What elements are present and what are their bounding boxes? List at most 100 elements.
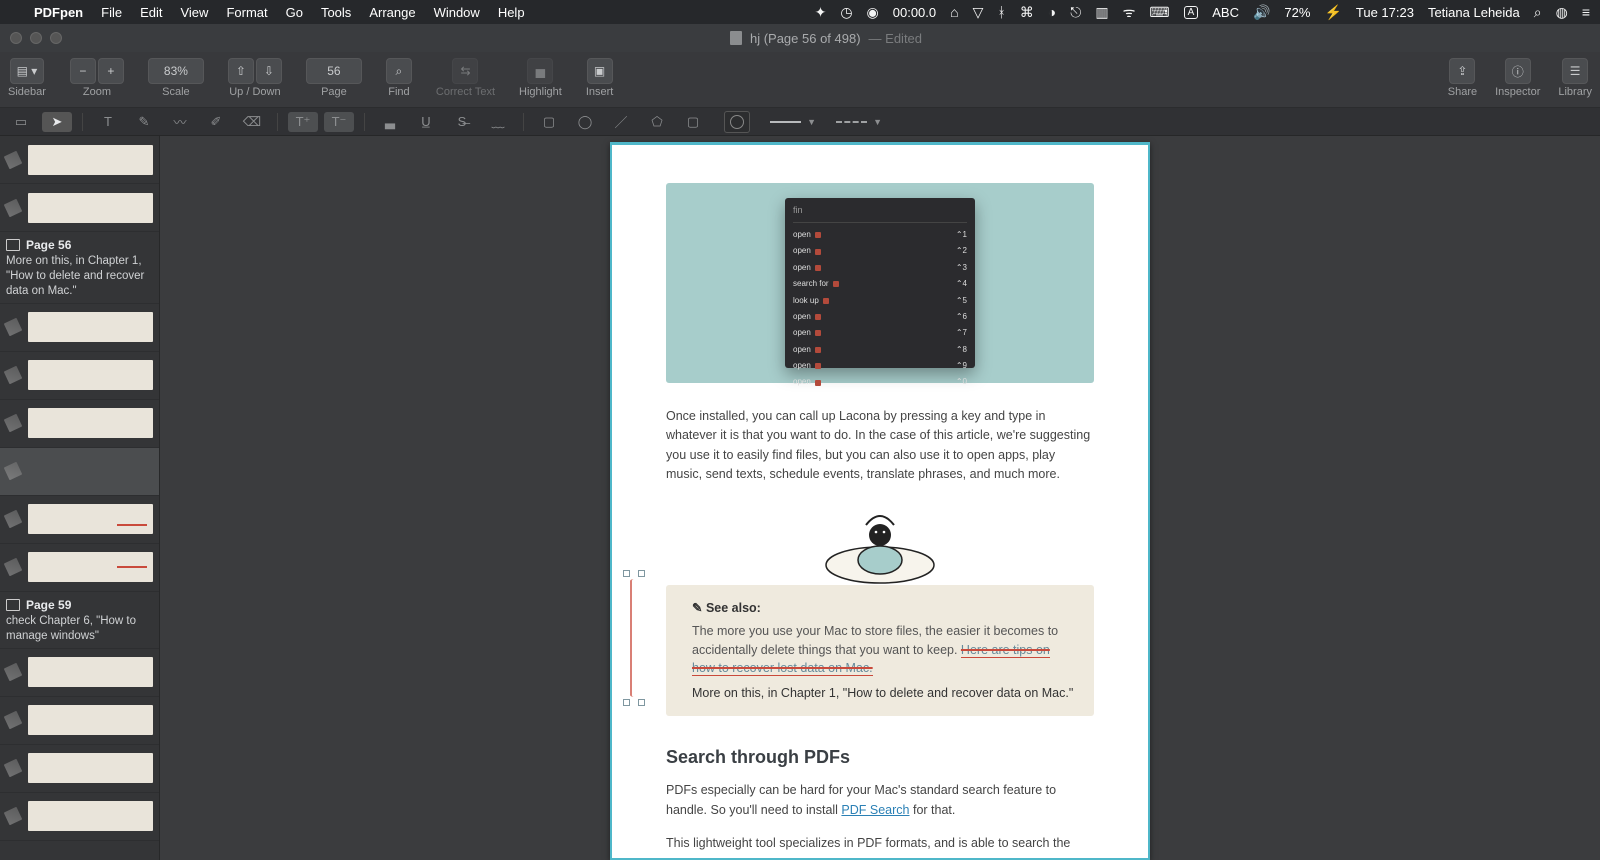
zoom-in-button[interactable]: + xyxy=(98,58,124,84)
tool-text-remove[interactable]: T⁻ xyxy=(324,112,354,132)
toolbar-label-highlight: Highlight xyxy=(519,86,562,98)
inspector-button[interactable]: ⓘ xyxy=(1505,58,1531,84)
keyboard-icon[interactable]: ⌨ xyxy=(1149,4,1169,21)
thumbnail-selected[interactable] xyxy=(0,448,159,496)
tool-rounded[interactable]: ▢ xyxy=(678,112,708,132)
correct-text-button[interactable]: ⇆ xyxy=(452,58,478,84)
thumbnail[interactable] xyxy=(0,136,159,184)
tray-app-icon[interactable]: ▽ xyxy=(973,4,984,21)
tool-squiggle[interactable]: ﹏ xyxy=(483,112,513,132)
document-edited-indicator: — Edited xyxy=(869,31,922,46)
page-number-field[interactable]: 56 xyxy=(306,58,362,84)
menu-tools[interactable]: Tools xyxy=(321,5,351,20)
spotlight-icon[interactable]: ⌕ xyxy=(1534,4,1542,21)
bluetooth-icon[interactable]: ᚼ xyxy=(997,4,1005,20)
clock-menu-icon[interactable]: ◷ xyxy=(840,4,852,21)
tool-note[interactable]: ✎ xyxy=(129,112,159,132)
menu-window[interactable]: Window xyxy=(434,5,480,20)
library-button[interactable]: ☰ xyxy=(1562,58,1588,84)
circle-app-icon[interactable]: ◑ xyxy=(1048,4,1056,20)
thumbnail[interactable] xyxy=(0,649,159,697)
tool-rect[interactable]: ▢ xyxy=(534,112,564,132)
wifi-icon[interactable]: ᯤ xyxy=(1123,3,1136,22)
annotation-toolbar: ▭ ➤ T ✎ 〰 ✐ ⌫ T⁺ T⁻ ▃ U̲ S̶ ﹏ ▢ ◯ ／ ⬠ ▢ … xyxy=(0,108,1600,136)
volume-icon[interactable]: 🔊 xyxy=(1253,4,1270,21)
inline-link[interactable]: PDF Search xyxy=(841,803,909,817)
inserted-annotation-text[interactable]: More on this, in Chapter 1, "How to dele… xyxy=(692,684,1076,703)
menu-go[interactable]: Go xyxy=(286,5,303,20)
tool-poly[interactable]: ⬠ xyxy=(642,112,672,132)
window-close-button[interactable] xyxy=(10,32,22,44)
line-style-solid[interactable]: ▼ xyxy=(770,112,816,132)
menu-format[interactable]: Format xyxy=(226,5,267,20)
thumbnail[interactable] xyxy=(0,745,159,793)
app-menu[interactable]: PDFpen xyxy=(34,5,83,20)
menu-view[interactable]: View xyxy=(180,5,208,20)
battery-icon[interactable]: ⚡ xyxy=(1324,4,1341,21)
thumbnail[interactable] xyxy=(0,496,159,544)
line-style-dashed[interactable]: ▼ xyxy=(836,112,882,132)
highlight-button[interactable]: ▅ xyxy=(527,58,553,84)
tool-underline[interactable]: U̲ xyxy=(411,112,441,132)
menu-arrange[interactable]: Arrange xyxy=(369,5,415,20)
insert-button[interactable]: ▣ xyxy=(587,58,613,84)
tool-line[interactable]: ／ xyxy=(606,112,636,132)
tool-freehand[interactable]: ✐ xyxy=(201,112,231,132)
tool-strike[interactable]: S̶ xyxy=(447,112,477,132)
thumbnail[interactable] xyxy=(0,793,159,841)
menubar-username[interactable]: Tetiana Leheida xyxy=(1428,5,1520,20)
dropbox-icon[interactable]: ⌂ xyxy=(950,4,958,20)
tool-arrow[interactable]: ➤ xyxy=(42,112,72,132)
zoom-out-button[interactable]: − xyxy=(70,58,96,84)
thumbnail[interactable] xyxy=(0,400,159,448)
siri-icon[interactable]: ◍ xyxy=(1556,4,1568,21)
menubar-clock[interactable]: Tue 17:23 xyxy=(1356,5,1414,20)
thumbnail[interactable] xyxy=(0,184,159,232)
window-minimize-button[interactable] xyxy=(30,32,42,44)
timer-readout: 00:00.0 xyxy=(893,5,936,20)
tool-highlight[interactable]: ▃ xyxy=(375,112,405,132)
toolbar-label-updown: Up / Down xyxy=(229,86,280,98)
find-button[interactable]: ⌕ xyxy=(386,58,412,84)
screenshot-icon[interactable]: ⌘ xyxy=(1020,4,1034,21)
scale-field[interactable]: 83% xyxy=(148,58,204,84)
tool-erase[interactable]: ⌫ xyxy=(237,112,267,132)
sidebar-toggle-button[interactable]: ▤ ▾ xyxy=(10,58,45,84)
outline-item[interactable]: Page 56 More on this, in Chapter 1, "How… xyxy=(0,232,159,304)
stroke-color-well[interactable] xyxy=(724,111,750,133)
sidebar-thumbnails[interactable]: Page 56 More on this, in Chapter 1, "How… xyxy=(0,136,160,860)
quickaction-icon[interactable]: ✦ xyxy=(815,4,827,21)
tool-text-correct[interactable]: T⁺ xyxy=(288,112,318,132)
note-heading: ✎ See also: xyxy=(692,599,1076,618)
display-icon[interactable]: ▥ xyxy=(1095,4,1108,21)
lacona-result-row: open⌃9 xyxy=(793,358,967,374)
record-icon[interactable]: ◉ xyxy=(867,4,879,21)
menu-help[interactable]: Help xyxy=(498,5,525,20)
menu-edit[interactable]: Edit xyxy=(140,5,162,20)
menu-file[interactable]: File xyxy=(101,5,122,20)
window-zoom-button[interactable] xyxy=(50,32,62,44)
page-down-button[interactable]: ⇩ xyxy=(256,58,282,84)
see-also-note: ✎ See also: The more you use your Mac to… xyxy=(666,585,1094,716)
text-annotation-icon xyxy=(6,239,20,251)
share-button[interactable]: ⇪ xyxy=(1449,58,1475,84)
tool-ellipse[interactable]: ◯ xyxy=(570,112,600,132)
outline-item[interactable]: Page 59 check Chapter 6, "How to manage … xyxy=(0,592,159,649)
thumbnail[interactable] xyxy=(0,697,159,745)
page-up-button[interactable]: ⇧ xyxy=(228,58,254,84)
airdrop-icon[interactable]: ⎋ xyxy=(1070,4,1081,21)
toolbar-group-library: ☰ Library xyxy=(1558,58,1592,98)
page-canvas[interactable]: fin open⌃1open⌃2open⌃3search for⌃4look u… xyxy=(160,136,1600,860)
input-source-badge[interactable]: A xyxy=(1184,6,1199,19)
tool-scribble[interactable]: 〰 xyxy=(165,112,195,132)
pdf-page[interactable]: fin open⌃1open⌃2open⌃3search for⌃4look u… xyxy=(610,142,1150,860)
toolbar-group-scale: 83% Scale xyxy=(148,58,204,98)
thumbnail[interactable] xyxy=(0,304,159,352)
thumbnail[interactable] xyxy=(0,352,159,400)
thumbnail[interactable] xyxy=(0,544,159,592)
tool-text[interactable]: T xyxy=(93,112,123,132)
notification-center-icon[interactable]: ≡ xyxy=(1582,4,1590,20)
annotation-selection-handles[interactable] xyxy=(626,573,642,703)
tool-select-rect[interactable]: ▭ xyxy=(6,112,36,132)
highlighter-icon xyxy=(4,759,23,778)
